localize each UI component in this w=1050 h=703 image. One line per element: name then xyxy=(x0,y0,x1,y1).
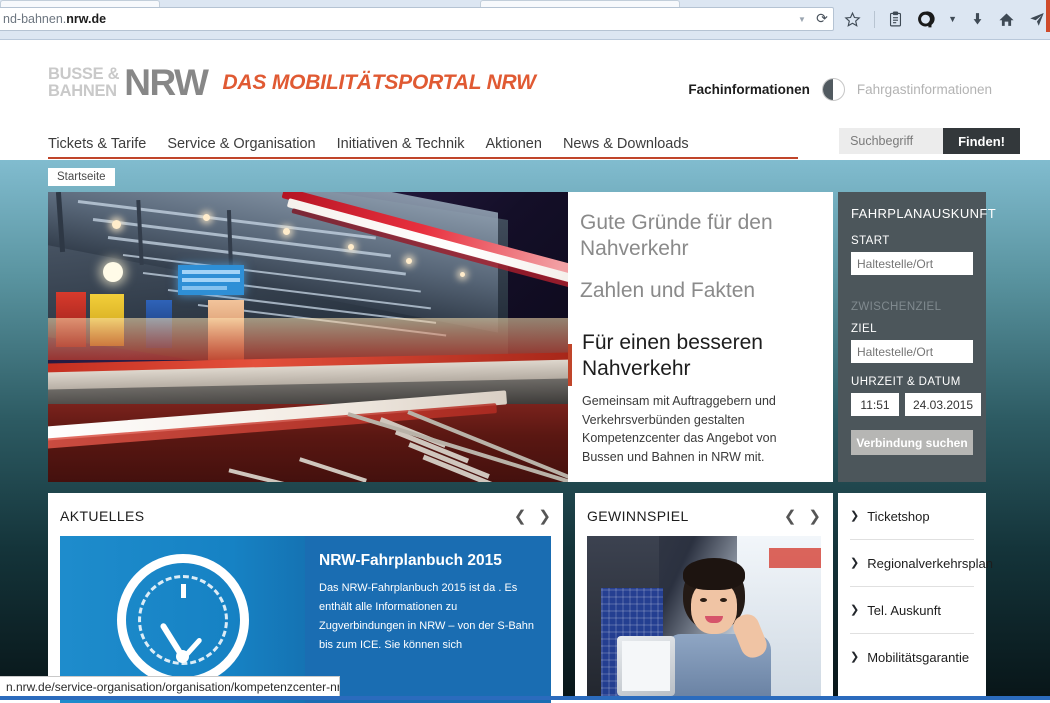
hero-headline-1: Gute Gründe für den Nahverkehr xyxy=(580,210,817,262)
window-edge-accent xyxy=(1046,0,1050,32)
card-title-gewinnspiel: GEWINNSPIEL xyxy=(587,508,689,524)
hero-accent-bar xyxy=(568,344,572,386)
quick-links: ❯ Ticketshop ❯ Regionalverkehrsplan ❯ Te… xyxy=(838,493,986,703)
planner-time-input[interactable] xyxy=(851,393,899,416)
card-aktuelles: AKTUELLES ❮ ❯ NRW-Fahrplanbuch 201 xyxy=(48,493,563,703)
teaser-copy: NRW-Fahrplanbuch 2015 Das NRW-Fahrplanbu… xyxy=(305,536,551,703)
card-header: AKTUELLES ❮ ❯ xyxy=(60,504,551,528)
planner-start-label: START xyxy=(851,235,973,247)
search-submit-button[interactable]: Finden! xyxy=(943,128,1020,154)
url-text[interactable]: nd-bahnen.nrw.de xyxy=(0,12,793,26)
url-domain: nrw.de xyxy=(66,12,106,26)
audience-switch[interactable]: Fachinformationen Fahrgastinformationen xyxy=(688,78,992,101)
send-tab-icon[interactable] xyxy=(1028,10,1046,28)
browser-tab-stub[interactable] xyxy=(0,0,160,7)
teaser-title: NRW-Fahrplanbuch 2015 xyxy=(319,552,538,570)
audience-label-fachinformationen[interactable]: Fachinformationen xyxy=(688,82,810,97)
teaser-body: Das NRW-Fahrplanbuch 2015 ist da . Es en… xyxy=(319,579,538,655)
chevron-down-icon[interactable]: ▼ xyxy=(793,15,811,24)
planner-via-label[interactable]: ZWISCHENZIEL xyxy=(851,301,973,313)
url-bar[interactable]: nd-bahnen.nrw.de ▼ ⟳ xyxy=(0,7,834,31)
main-navigation: Tickets & Tarife Service & Organisation … xyxy=(0,128,1050,160)
quicklink-label: Tel. Auskunft xyxy=(867,603,941,618)
quicklink-regionalverkehrsplan[interactable]: ❯ Regionalverkehrsplan xyxy=(850,540,974,587)
overflow-chevron-icon[interactable]: ▼ xyxy=(948,14,957,24)
site-logo[interactable]: BUSSE & BAHNEN NRW DAS MOBILITÄTSPORTAL … xyxy=(48,64,536,101)
planner-date-input[interactable] xyxy=(905,393,981,416)
planner-datetime-row xyxy=(851,393,973,416)
chevron-left-icon[interactable]: ❮ xyxy=(784,509,797,524)
planner-start-input[interactable] xyxy=(851,252,973,275)
night-train-station-photo[interactable] xyxy=(48,192,568,482)
hero-headline-2: Zahlen und Fakten xyxy=(580,278,817,304)
downloads-icon[interactable] xyxy=(970,11,985,28)
journey-planner: FAHRPLANAUSKUNFT START ZWISCHENZIEL ZIEL… xyxy=(838,192,986,482)
reader-mode-icon[interactable] xyxy=(888,11,903,28)
site-search: Finden! xyxy=(839,128,1020,154)
quicklink-label: Mobilitätsgarantie xyxy=(867,650,969,665)
chevron-right-icon[interactable]: ❯ xyxy=(808,509,821,524)
logo-line-1: BUSSE & xyxy=(48,66,119,83)
chevron-right-icon: ❯ xyxy=(850,605,859,616)
logo-slogan: DAS MOBILITÄTSPORTAL NRW xyxy=(222,71,535,95)
hero-text: Gute Gründe für den Nahverkehr Zahlen un… xyxy=(568,192,833,482)
planner-destination-label: ZIEL xyxy=(851,323,973,335)
browser-tab-stub[interactable] xyxy=(480,0,680,7)
quicklink-tel-auskunft[interactable]: ❯ Tel. Auskunft xyxy=(850,587,974,634)
card-gewinnspiel: GEWINNSPIEL ❮ ❯ xyxy=(575,493,833,703)
logo-busse-bahnen: BUSSE & BAHNEN xyxy=(48,66,119,100)
nav-item-initiativen-technik[interactable]: Initiativen & Technik xyxy=(337,136,465,152)
search-input[interactable] xyxy=(839,128,943,154)
quicklink-ticketshop[interactable]: ❯ Ticketshop xyxy=(850,493,974,540)
logo-nrw: NRW xyxy=(124,64,207,101)
qwant-search-icon[interactable] xyxy=(916,10,935,29)
nav-underline xyxy=(48,157,798,159)
nav-items: Tickets & Tarife Service & Organisation … xyxy=(48,136,689,152)
audience-label-fahrgastinformationen[interactable]: Fahrgastinformationen xyxy=(857,82,992,97)
browser-chrome: nd-bahnen.nrw.de ▼ ⟳ ▼ xyxy=(0,0,1050,40)
woman-with-tablet-in-bus-photo[interactable] xyxy=(587,536,821,696)
hero-body-2: Gemeinsam mit Auftraggebern und Verkehrs… xyxy=(582,392,817,466)
card-carousel-arrows: ❮ ❯ xyxy=(514,509,551,524)
quicklink-label: Ticketshop xyxy=(867,509,929,524)
nav-item-aktionen[interactable]: Aktionen xyxy=(486,136,542,152)
card-carousel-arrows: ❮ ❯ xyxy=(784,509,821,524)
chevron-right-icon[interactable]: ❯ xyxy=(538,509,551,524)
horizontal-scrollbar[interactable] xyxy=(0,696,1050,700)
page-body: Startseite xyxy=(0,160,1050,700)
chevron-left-icon[interactable]: ❮ xyxy=(514,509,527,524)
web-page: BUSSE & BAHNEN NRW DAS MOBILITÄTSPORTAL … xyxy=(0,40,1050,700)
chevron-right-icon: ❯ xyxy=(850,511,859,522)
nav-item-service-organisation[interactable]: Service & Organisation xyxy=(167,136,315,152)
hero-teaser: Gute Gründe für den Nahverkehr Zahlen un… xyxy=(48,192,833,482)
site-header: BUSSE & BAHNEN NRW DAS MOBILITÄTSPORTAL … xyxy=(0,40,1050,160)
logo-line-2: BAHNEN xyxy=(48,83,119,100)
browser-status-bar: n.nrw.de/service-organisation/organisati… xyxy=(0,676,340,697)
quicklink-mobilitaetsgarantie[interactable]: ❯ Mobilitätsgarantie xyxy=(850,634,974,681)
home-icon[interactable] xyxy=(998,11,1015,28)
planner-title: FAHRPLANAUSKUNFT xyxy=(851,206,973,221)
nav-item-news-downloads[interactable]: News & Downloads xyxy=(563,136,689,152)
planner-destination-input[interactable] xyxy=(851,340,973,363)
chevron-right-icon: ❯ xyxy=(850,558,859,569)
bookmark-star-icon[interactable] xyxy=(844,11,861,28)
breadcrumb[interactable]: Startseite xyxy=(48,168,115,186)
quicklink-label: Regionalverkehrsplan xyxy=(867,556,993,571)
half-circle-toggle-icon[interactable] xyxy=(822,78,845,101)
toolbar-divider xyxy=(874,11,875,28)
card-header: GEWINNSPIEL ❮ ❯ xyxy=(587,504,821,528)
hero-title-2: Für einen besseren Nahverkehr xyxy=(582,330,817,382)
planner-search-button[interactable]: Verbindung suchen xyxy=(851,430,973,455)
reload-icon[interactable]: ⟳ xyxy=(811,11,833,27)
url-prefix: nd-bahnen. xyxy=(3,12,66,26)
hero-block-2: Für einen besseren Nahverkehr Gemeinsam … xyxy=(580,330,817,466)
nav-item-tickets-tarife[interactable]: Tickets & Tarife xyxy=(48,136,146,152)
browser-toolbar-icons: ▼ xyxy=(844,6,1046,32)
card-title-aktuelles: AKTUELLES xyxy=(60,508,145,524)
chevron-right-icon: ❯ xyxy=(850,652,859,663)
planner-datetime-label: UHRZEIT & DATUM xyxy=(851,376,973,388)
